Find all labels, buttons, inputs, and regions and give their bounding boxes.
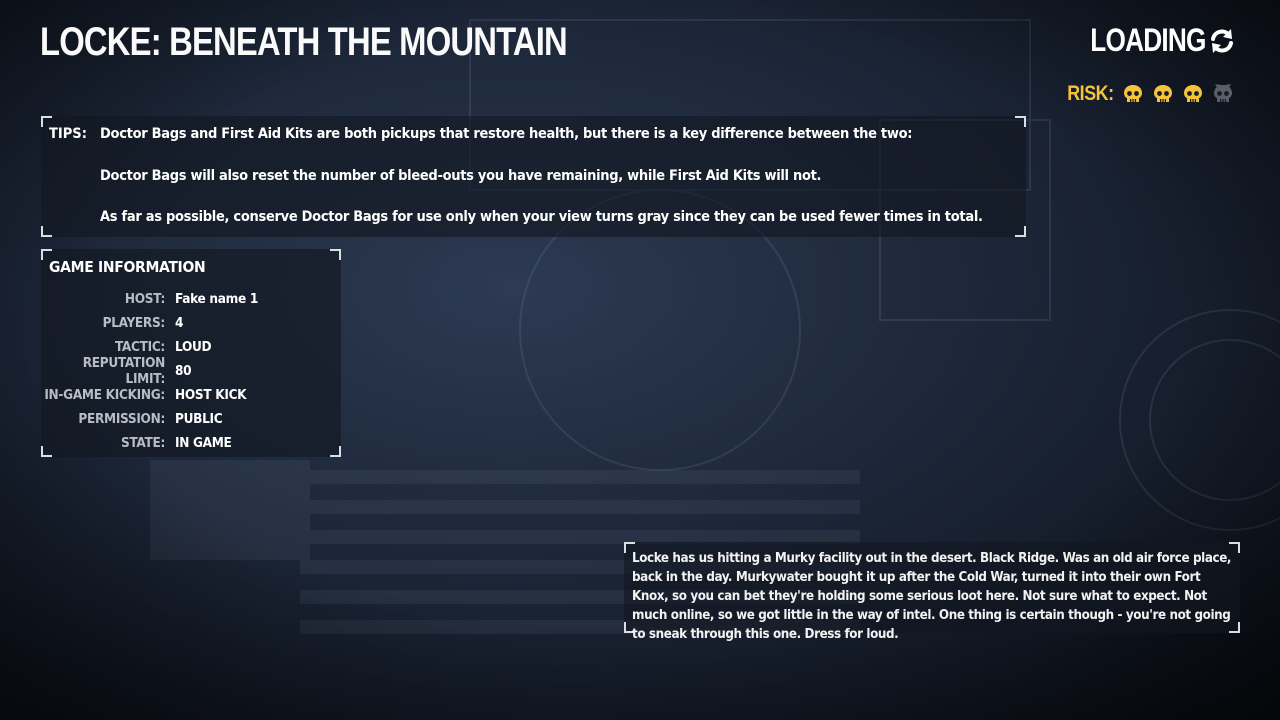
info-value: 80 (175, 363, 192, 379)
info-row-players: PLAYERS: 4 (41, 311, 341, 335)
info-row-state: STATE: IN GAME (41, 431, 341, 455)
skull-icon (1124, 85, 1142, 102)
info-key: STATE: (121, 435, 165, 451)
game-information-rows: HOST: Fake name 1 PLAYERS: 4 TACTIC: LOU… (41, 287, 341, 455)
tip-line-3: As far as possible, conserve Doctor Bags… (100, 209, 983, 225)
info-row-reputation-limit: REPUTATION LIMIT: 80 (41, 355, 341, 387)
info-value: Fake name 1 (175, 291, 258, 307)
info-key: HOST: (124, 291, 165, 307)
risk-skulls (1122, 82, 1234, 106)
info-row-in-game-kicking: IN-GAME KICKING: HOST KICK (41, 383, 341, 407)
loading-indicator: LOADING (1065, 22, 1236, 59)
info-row-permission: PERMISSION: PUBLIC (41, 407, 341, 431)
info-key: PLAYERS: (102, 315, 166, 331)
game-information-panel: GAME INFORMATION HOST: Fake name 1 PLAYE… (41, 249, 341, 457)
briefing-text: Locke has us hitting a Murky facility ou… (632, 551, 1232, 642)
heist-title: LOCKE: BENEATH THE MOUNTAIN (40, 20, 568, 64)
refresh-icon (1211, 28, 1233, 53)
tip-line-2: Doctor Bags will also reset the number o… (100, 168, 822, 184)
tips-panel: TIPS: Doctor Bags and First Aid Kits are… (41, 116, 1026, 237)
risk-indicator: RISK: (1059, 82, 1234, 106)
info-value: LOUD (175, 339, 212, 355)
info-key: TACTIC: (114, 339, 165, 355)
info-key: PERMISSION: (78, 411, 165, 427)
tips-label: TIPS: (49, 126, 87, 142)
loading-label: LOADING (1090, 22, 1207, 58)
skull-icon (1184, 85, 1202, 102)
game-information-title: GAME INFORMATION (49, 258, 206, 276)
skull-icon (1214, 84, 1232, 102)
info-value: 4 (175, 315, 184, 331)
info-value: HOST KICK (175, 387, 247, 403)
risk-label: RISK: (1067, 82, 1115, 105)
briefing-panel: Locke has us hitting a Murky facility ou… (624, 542, 1240, 642)
info-key: REPUTATION LIMIT: (82, 355, 166, 387)
info-row-host: HOST: Fake name 1 (41, 287, 341, 311)
info-value: PUBLIC (175, 411, 223, 427)
info-key: IN-GAME KICKING: (44, 387, 165, 403)
skull-icon (1154, 85, 1172, 102)
tip-line-1: Doctor Bags and First Aid Kits are both … (100, 126, 913, 142)
info-value: IN GAME (175, 435, 232, 451)
